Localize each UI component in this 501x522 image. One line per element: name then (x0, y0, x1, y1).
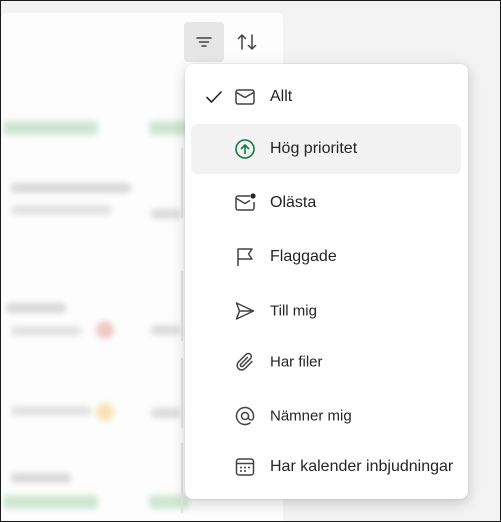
menu-item-label: Till mig (270, 302, 317, 320)
paperclip-icon (236, 352, 253, 371)
sort-icon (237, 34, 257, 50)
menu-item-label: Olästa (270, 194, 317, 211)
menu-item-label: Nämner mig (270, 407, 352, 425)
flag-icon (237, 248, 253, 266)
menu-item-har-filer[interactable]: Har filer (191, 337, 461, 387)
menu-item-label: Flaggade (270, 248, 337, 265)
filter-button[interactable] (184, 22, 224, 62)
menu-item-label: Har kalender inbjudningar (270, 458, 454, 475)
menu-item-label: Har filer (270, 353, 323, 371)
envelope-icon (235, 89, 255, 105)
menu-item-label: Allt (270, 88, 293, 105)
filter-icon (196, 37, 212, 47)
at-sign-icon (235, 406, 255, 426)
menu-item-allt[interactable]: Allt (191, 72, 461, 122)
menu-item-hog-prioritet[interactable]: Hög prioritet (191, 124, 461, 174)
menu-item-namner-mig[interactable]: Nämner mig (191, 391, 461, 441)
menu-item-till-mig[interactable]: Till mig (191, 286, 461, 336)
menu-item-har-kalender-inbjudningar[interactable]: Har kalender inbjudningar (191, 442, 461, 492)
menu-item-flaggade[interactable]: Flaggade (191, 232, 461, 282)
arrow-up-circle-icon (235, 139, 255, 159)
send-icon (235, 302, 255, 320)
calendar-icon (235, 458, 255, 476)
menu-item-label: Hög prioritet (270, 140, 358, 157)
app-window: Allt Hög prioritet Olästa Flaggade Till … (0, 0, 501, 522)
menu-item-olasta[interactable]: Olästa (191, 178, 461, 228)
envelope-unread-icon (235, 193, 256, 211)
sort-button[interactable] (227, 22, 267, 62)
checkmark-icon (206, 91, 222, 103)
filter-menu: Allt Hög prioritet Olästa Flaggade Till … (185, 64, 468, 499)
